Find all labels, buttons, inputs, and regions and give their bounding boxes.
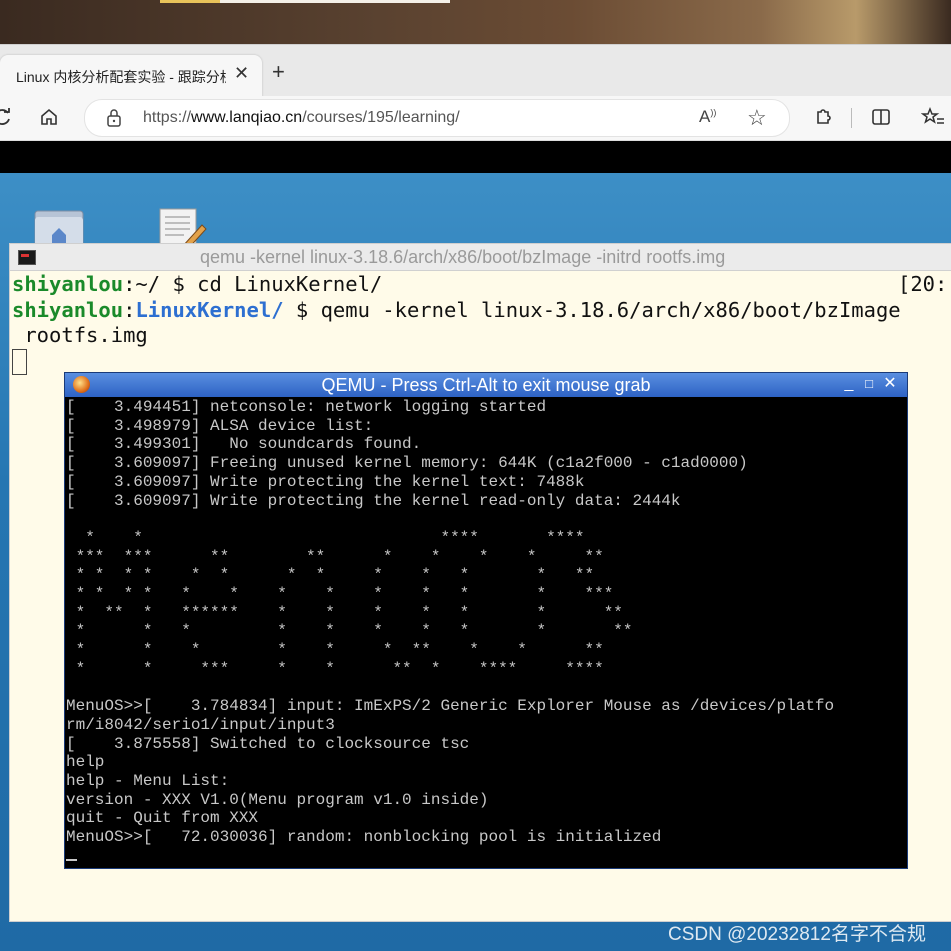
split-screen-icon[interactable] <box>866 102 896 132</box>
csdn-watermark: CSDN @20232812名字不合规 <box>668 924 926 945</box>
tab-close-icon[interactable]: ✕ <box>234 63 249 84</box>
page-header-bar <box>0 141 951 173</box>
prompt-time: [20: <box>898 272 948 296</box>
terminal-app-icon <box>18 250 36 265</box>
lock-icon[interactable] <box>105 108 123 133</box>
favorite-star-icon[interactable]: ☆ <box>747 105 767 131</box>
terminal-cursor <box>12 348 27 375</box>
qemu-window[interactable]: QEMU - Press Ctrl-Alt to exit mouse grab… <box>64 372 908 869</box>
toolbar-divider <box>851 108 852 128</box>
close-icon[interactable]: ✕ <box>882 376 898 392</box>
prompt-dir: LinuxKernel/ <box>135 297 284 322</box>
terminal-titlebar[interactable]: qemu -kernel linux-3.18.6/arch/x86/boot/… <box>10 244 951 271</box>
favorites-icon[interactable] <box>918 102 948 132</box>
browser-toolbar: https://www.lanqiao.cn/courses/195/learn… <box>0 96 951 141</box>
terminal-output[interactable]: shiyanlou:~/ $ cd LinuxKernel/ shiyanlou… <box>12 272 901 375</box>
prompt-user: shiyanlou <box>12 272 124 296</box>
home-icon[interactable] <box>34 102 64 132</box>
refresh-icon[interactable] <box>0 102 18 132</box>
console-cursor <box>66 859 77 861</box>
terminal-line: $ qemu -kernel linux-3.18.6/arch/x86/boo… <box>283 297 901 322</box>
address-bar[interactable]: https://www.lanqiao.cn/courses/195/learn… <box>84 99 790 137</box>
tab-title: Linux 内核分析配套实验 - 跟踪分析 <box>16 69 226 85</box>
read-aloud-icon[interactable]: A)) <box>699 107 716 127</box>
terminal-line: rootfs.img <box>12 323 148 347</box>
qemu-titlebar[interactable]: QEMU - Press Ctrl-Alt to exit mouse grab… <box>65 373 907 397</box>
desktop-wallpaper-strip <box>0 0 951 44</box>
browser-tab[interactable]: Linux 内核分析配套实验 - 跟踪分析 ✕ <box>0 55 262 97</box>
url-text[interactable]: https://www.lanqiao.cn/courses/195/learn… <box>143 109 460 127</box>
terminal-line: :~/ $ cd LinuxKernel/ <box>123 272 383 296</box>
wallpaper-highlight <box>220 0 450 3</box>
browser-tab-bar: Linux 内核分析配套实验 - 跟踪分析 ✕ + <box>0 44 951 97</box>
minimize-icon[interactable]: _ <box>841 376 857 392</box>
wallpaper-highlight <box>160 0 220 3</box>
extensions-icon[interactable] <box>808 102 838 132</box>
maximize-icon[interactable]: □ <box>861 376 877 392</box>
terminal-title: qemu -kernel linux-3.18.6/arch/x86/boot/… <box>200 247 726 267</box>
new-tab-button[interactable]: + <box>272 59 285 85</box>
qemu-title: QEMU - Press Ctrl-Alt to exit mouse grab <box>321 375 651 395</box>
qemu-console-output[interactable]: [ 3.494451] netconsole: network logging … <box>66 398 834 847</box>
prompt-separator: : <box>123 297 136 322</box>
prompt-user: shiyanlou <box>12 297 124 322</box>
